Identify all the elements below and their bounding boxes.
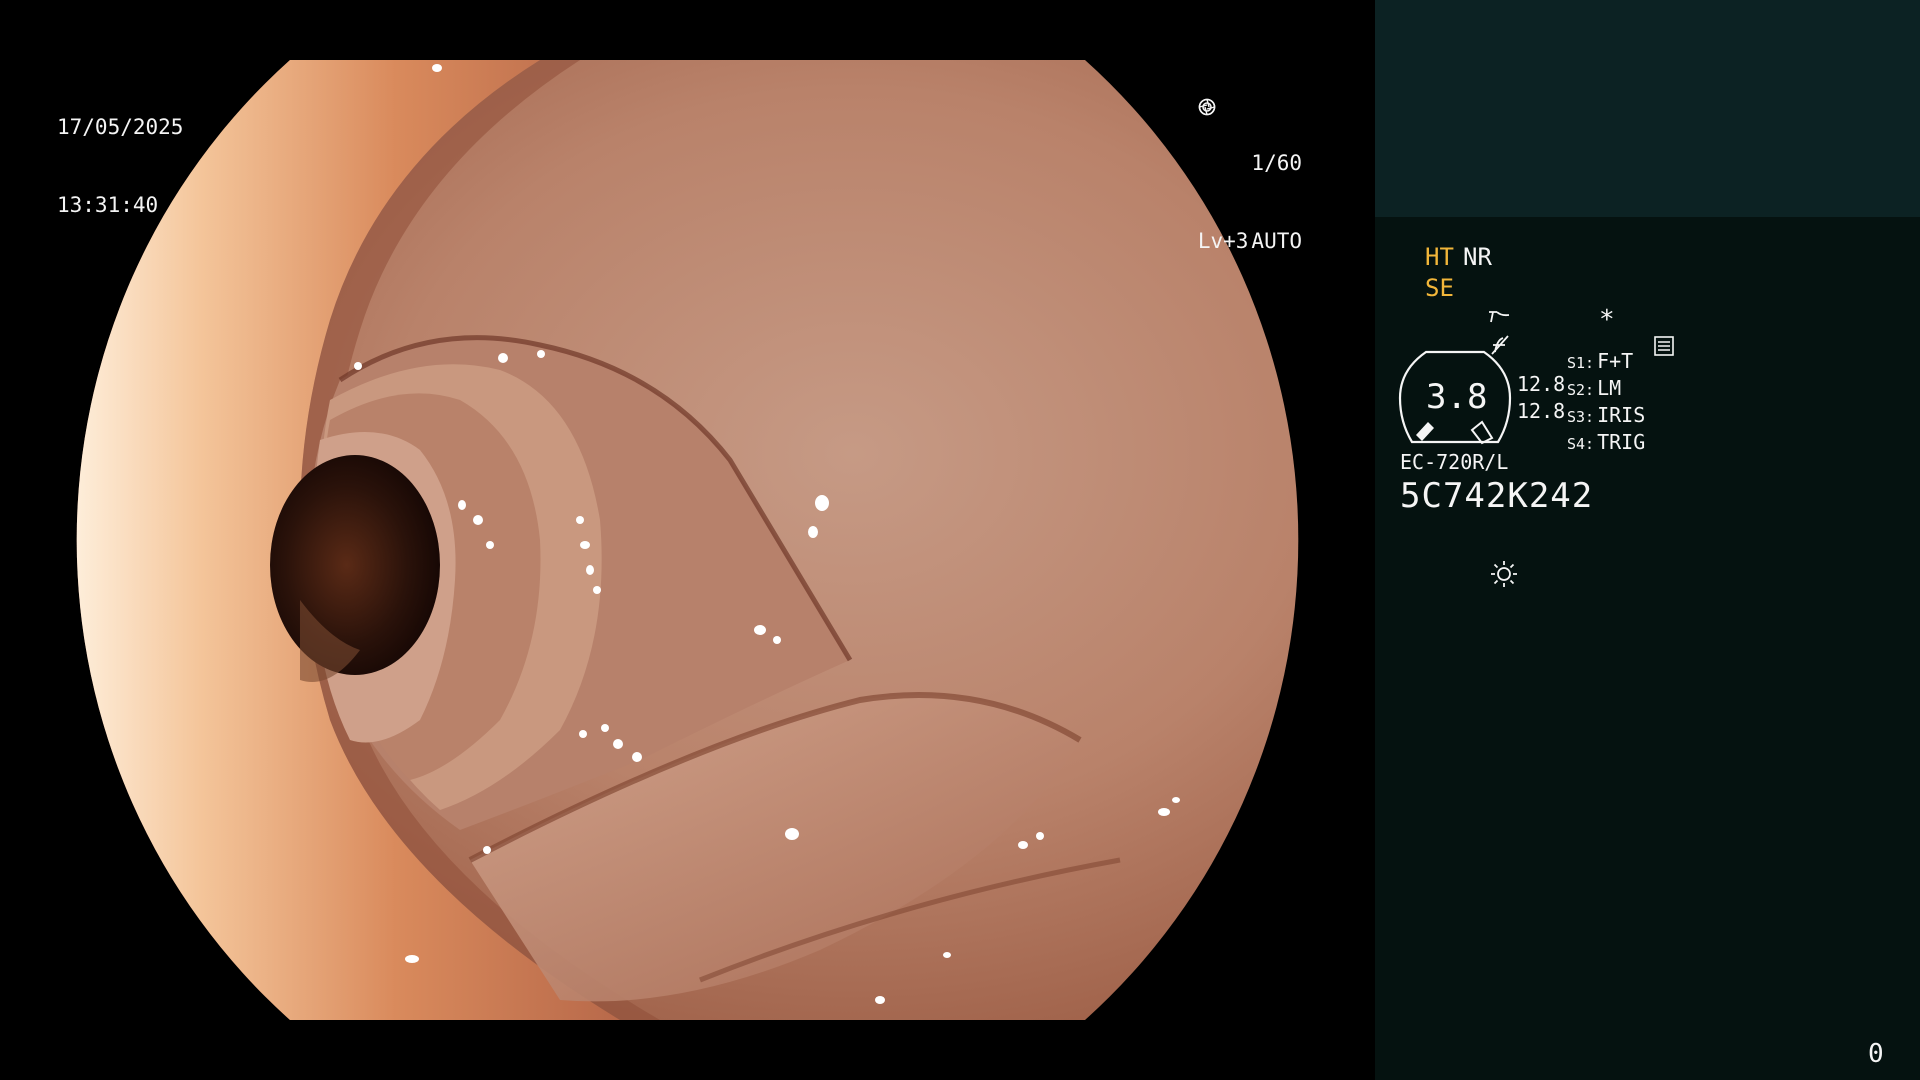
switch-label: LM [1597, 376, 1622, 400]
level-text: Lv+3 [1197, 229, 1249, 253]
frame-counter: 0 [1868, 1039, 1884, 1069]
scope-serial: 5C742K242 [1400, 476, 1594, 516]
switch-label: IRIS [1597, 403, 1646, 427]
endoscopy-monitor: 17/05/2025 13:31:40 1/60 Lv+3 AUTO HT NR [0, 0, 1920, 1080]
patient-info-area [1375, 0, 1920, 217]
value-line-2: 12.8 [1517, 399, 1566, 423]
date-time-display: 17/05/2025 13:31:40 [57, 62, 183, 270]
switch-key: S1: [1567, 354, 1595, 372]
switch-key: S3: [1567, 408, 1595, 426]
switch-label: TRIG [1597, 430, 1646, 454]
date-text: 17/05/2025 [57, 115, 184, 139]
gauge-value: 3.8 [1426, 377, 1488, 417]
iris-mode-text: AUTO [1251, 229, 1302, 253]
asterisk-indicator: * [1599, 305, 1615, 335]
zoom-gauge: 3.8 [1398, 350, 1512, 446]
light-sun-icon [1402, 530, 1519, 622]
endoscopic-view: 17/05/2025 13:31:40 1/60 Lv+3 AUTO [0, 0, 1375, 1080]
se-label: SE [1425, 274, 1454, 302]
switch-key: S4: [1567, 435, 1595, 453]
scope-model: EC-720R/L [1400, 450, 1509, 474]
switch-label: F+T [1597, 349, 1634, 373]
gauge-needle-left [1416, 422, 1434, 441]
shutter-text: 1/60 [1251, 151, 1302, 175]
nr-label: NR [1463, 243, 1492, 271]
endoscopic-image [76, 60, 1299, 1020]
info-panel: HT NR SE * 3.8 12.8 12.8 S1: F+T S2: LM … [1375, 0, 1920, 1080]
aperture-icon [1198, 98, 1323, 172]
iris-target-icon [1198, 98, 1323, 250]
value-line-1: 12.8 [1517, 372, 1566, 396]
exposure-display: 1/60 Lv+3 AUTO [1198, 98, 1323, 306]
ht-label: HT [1425, 243, 1454, 271]
switch-assignments: S1: F+T S2: LM S3: IRIS S4: TRIG [1567, 349, 1645, 457]
time-text: 13:31:40 [57, 193, 159, 217]
switch-key: S2: [1567, 381, 1595, 399]
